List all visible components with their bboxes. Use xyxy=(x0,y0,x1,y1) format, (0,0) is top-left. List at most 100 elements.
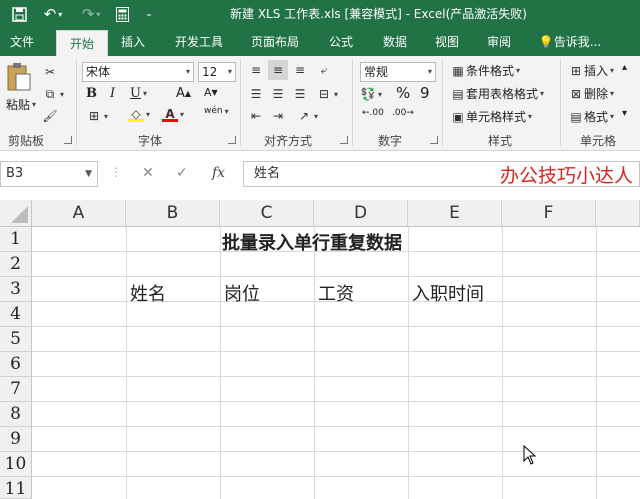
accounting-format-icon[interactable]: 💱 ▾ xyxy=(360,86,383,102)
tab-review[interactable]: 审阅 xyxy=(476,28,522,56)
row-header-11[interactable]: 11 xyxy=(0,477,32,499)
align-top-icon[interactable]: ≡ xyxy=(248,62,264,78)
cancel-icon[interactable]: ✕ xyxy=(142,165,154,181)
phonetic-label: wén xyxy=(204,106,223,116)
alignment-launcher-icon[interactable] xyxy=(340,136,348,144)
tab-file[interactable]: 文件 xyxy=(0,28,44,56)
column-header-f[interactable]: F xyxy=(502,200,596,227)
column-header-g[interactable]: G xyxy=(596,200,640,227)
row-header-5[interactable]: 5 xyxy=(0,327,32,352)
italic-button[interactable]: I xyxy=(110,86,115,101)
save-icon[interactable] xyxy=(8,4,30,24)
tab-tell-me[interactable]: 💡告诉我... xyxy=(530,28,610,56)
format-as-table-button[interactable]: ▤ 套用表格格式 ▾ xyxy=(450,85,544,102)
customize-icon[interactable]: ₌ xyxy=(142,4,156,24)
cell-styles-button[interactable]: ▣ 单元格样式 ▾ xyxy=(450,108,532,125)
align-right-icon[interactable]: ☰ xyxy=(292,86,308,102)
ribbon-scroll-icon[interactable]: ▴ xyxy=(622,62,627,73)
row-header-6[interactable]: 6 xyxy=(0,352,32,377)
tab-page-layout[interactable]: 页面布局 xyxy=(242,28,308,56)
cell-styles-icon: ▣ xyxy=(452,109,464,124)
cut-icon[interactable]: ✂ xyxy=(42,64,58,80)
orientation-icon[interactable]: ↗ ▾ xyxy=(296,108,318,124)
font-color-icon: A xyxy=(162,106,178,122)
row-header-1[interactable]: 1 xyxy=(0,227,32,252)
row-header-2[interactable]: 2 xyxy=(0,252,32,277)
increase-decimal-button[interactable]: ← .00 xyxy=(362,108,384,118)
insert-function-icon[interactable]: fx xyxy=(212,165,225,181)
gridline xyxy=(220,227,221,499)
paste-icon[interactable] xyxy=(6,62,32,92)
column-header-a[interactable]: A xyxy=(32,200,126,227)
redo-icon[interactable]: ↷ ▾ xyxy=(76,4,106,24)
delete-cells-icon: ⊠ xyxy=(570,86,582,101)
align-bottom-icon[interactable]: ≡ xyxy=(292,62,308,78)
cell-c3[interactable]: 岗位 xyxy=(224,280,260,306)
window-title: 新建 XLS 工作表.xls [兼容模式] - Excel(产品激活失败) xyxy=(230,7,527,21)
cell-c1-title[interactable]: 批量录入单行重复数据 xyxy=(222,229,402,255)
decrease-indent-icon[interactable]: ⇤ xyxy=(248,108,264,124)
shrink-font-button[interactable]: A ▼ xyxy=(204,86,218,99)
undo-icon[interactable]: ↶ ▾ xyxy=(38,4,68,24)
decrease-decimal-button[interactable]: .00 → xyxy=(392,108,414,118)
comma-button[interactable]: 9 xyxy=(420,84,430,102)
wrap-text-icon[interactable]: ⤶ xyxy=(316,62,332,78)
row-header-10[interactable]: 10 xyxy=(0,452,32,477)
column-header-c[interactable]: C xyxy=(220,200,314,227)
font-size-select[interactable]: 12 ▾ xyxy=(198,62,236,82)
enter-icon[interactable]: ✓ xyxy=(176,165,188,181)
tab-insert[interactable]: 插入 xyxy=(110,28,156,56)
underline-button[interactable]: U ▾ xyxy=(130,86,147,101)
group-separator xyxy=(352,60,353,146)
number-format-select[interactable]: 常规 ▾ xyxy=(360,62,436,82)
row-header-3[interactable]: 3 xyxy=(0,277,32,302)
select-all-corner[interactable] xyxy=(0,200,32,227)
font-name-select[interactable]: 宋体 ▾ xyxy=(82,62,194,82)
align-left-icon[interactable]: ☰ xyxy=(248,86,264,102)
tab-formulas[interactable]: 公式 xyxy=(318,28,364,56)
row-header-7[interactable]: 7 xyxy=(0,377,32,402)
column-header-b[interactable]: B xyxy=(126,200,220,227)
name-box[interactable]: B3 ▼ xyxy=(0,161,98,187)
insert-cells-button[interactable]: ⊞ 插入 ▾ xyxy=(568,62,614,79)
decrease-decimal-label: .00 xyxy=(392,108,407,118)
cell-e3[interactable]: 入职时间 xyxy=(412,280,484,306)
font-color-button[interactable]: A ▾ xyxy=(162,106,184,122)
align-center-icon[interactable]: ☰ xyxy=(270,86,286,102)
calculator-icon[interactable] xyxy=(112,4,132,24)
clipboard-launcher-icon[interactable] xyxy=(64,136,72,144)
format-painter-icon[interactable]: 🖌 xyxy=(42,108,58,124)
ribbon-scroll-icon[interactable]: ▾ xyxy=(622,108,627,119)
merge-center-icon[interactable]: ⊟ ▾ xyxy=(316,86,338,102)
paste-button[interactable]: 粘贴 ▾ xyxy=(6,96,36,113)
align-middle-icon[interactable]: ≡ xyxy=(268,60,288,80)
copy-icon[interactable]: ⧉ ▾ xyxy=(42,86,64,102)
tab-data[interactable]: 数据 xyxy=(372,28,418,56)
fill-color-button[interactable]: ◇ ▾ xyxy=(128,106,150,122)
cells-group-label: 单元格 xyxy=(580,134,617,148)
row-header-9[interactable]: 9 xyxy=(0,427,32,452)
formula-input[interactable]: 姓名 办公技巧小达人 xyxy=(243,161,640,187)
cell-d3[interactable]: 工资 xyxy=(318,280,354,306)
column-header-d[interactable]: D xyxy=(314,200,408,227)
conditional-formatting-button[interactable]: ▦ 条件格式 ▾ xyxy=(450,62,520,79)
phonetic-button[interactable]: wén ▾ xyxy=(204,106,229,116)
format-cells-button[interactable]: ▤ 格式 ▾ xyxy=(568,108,614,125)
delete-cells-button[interactable]: ⊠ 删除 ▾ xyxy=(568,85,614,102)
borders-button[interactable]: ⊞ ▾ xyxy=(86,108,108,124)
row-header-4[interactable]: 4 xyxy=(0,302,32,327)
row-header-8[interactable]: 8 xyxy=(0,402,32,427)
tab-developer[interactable]: 开发工具 xyxy=(164,28,234,56)
column-header-e[interactable]: E xyxy=(408,200,502,227)
tab-home[interactable]: 开始 xyxy=(56,30,108,56)
cell-b3[interactable]: 姓名 xyxy=(130,280,166,306)
formula-value: 姓名 xyxy=(254,166,281,181)
grow-font-button[interactable]: A ▲ xyxy=(176,86,191,101)
increase-indent-icon[interactable]: ⇥ xyxy=(270,108,286,124)
tab-view[interactable]: 视图 xyxy=(424,28,470,56)
bold-label: B xyxy=(86,86,97,101)
number-launcher-icon[interactable] xyxy=(430,136,438,144)
percent-button[interactable]: % xyxy=(396,84,410,102)
bold-button[interactable]: B xyxy=(86,86,97,101)
font-launcher-icon[interactable] xyxy=(228,136,236,144)
